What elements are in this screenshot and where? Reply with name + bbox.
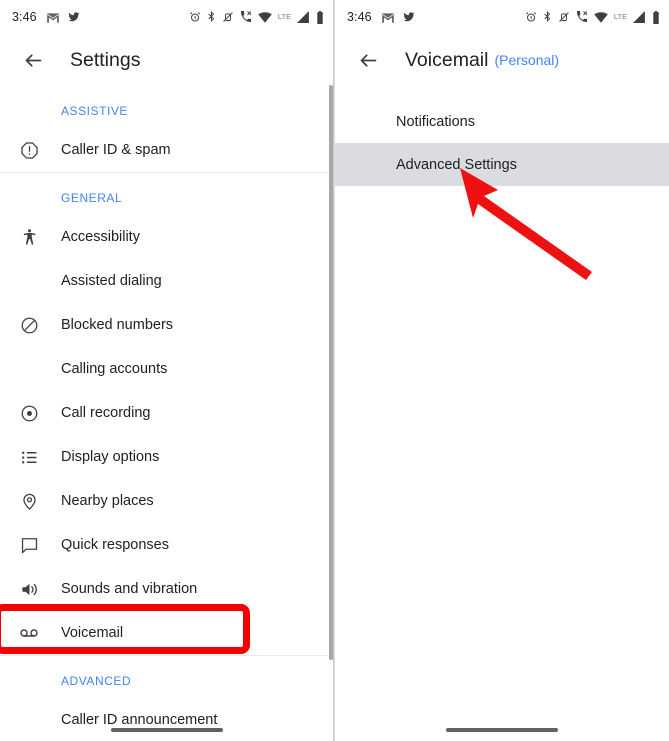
lte-label: LTE (277, 13, 291, 21)
settings-row-nearby-places[interactable]: Nearby places (0, 479, 333, 523)
settings-row-label: Display options (61, 449, 160, 465)
battery-icon (653, 10, 659, 24)
settings-row-label: Blocked numbers (61, 317, 174, 333)
left-phone-panel: 3:46 LTE Settings ASSISTIVE Caller ID & … (0, 0, 334, 741)
scrollbar-track[interactable] (329, 34, 333, 741)
status-time: 3:46 (12, 10, 37, 24)
settings-row-assisted-dialing[interactable]: Assisted dialing (0, 259, 333, 303)
settings-row-label: Voicemail (61, 625, 124, 641)
settings-row-voicemail[interactable]: Voicemail (0, 611, 333, 655)
warning-octagon-icon (16, 137, 42, 163)
settings-row-sounds-and-vibration[interactable]: Sounds and vibration (0, 567, 333, 611)
section-header-general: GENERAL (61, 191, 123, 205)
settings-row-label: Caller ID & spam (61, 142, 171, 158)
page-title-account: (Personal) (494, 52, 560, 68)
back-button[interactable] (349, 41, 387, 79)
right-app-bar: Voicemail (Personal) (335, 34, 669, 86)
voicemail-row-notifications[interactable]: Notifications (335, 100, 669, 143)
voicemail-icon (16, 620, 42, 646)
call-signal-icon (240, 11, 252, 22)
list-icon (16, 444, 42, 470)
wifi-icon (593, 11, 608, 23)
settings-row-caller-id-spam[interactable]: Caller ID & spam (0, 128, 333, 172)
settings-row-label: Call recording (61, 405, 151, 421)
settings-row-call-recording[interactable]: Call recording (0, 391, 333, 435)
vibrate-off-icon (558, 12, 569, 22)
voicemail-row-label: Notifications (396, 113, 475, 130)
settings-row-label: Calling accounts (61, 361, 168, 377)
right-phone-panel: 3:46 LTE Voicemail (Personal) Notificati… (334, 0, 669, 741)
location-pin-icon (16, 488, 42, 514)
block-icon (16, 312, 42, 338)
cellular-signal-icon (633, 11, 645, 23)
settings-row-label: Sounds and vibration (61, 581, 198, 597)
scrollbar-thumb[interactable] (329, 85, 333, 660)
voicemail-row-label: Advanced Settings (396, 156, 517, 173)
gesture-nav-bar[interactable] (446, 728, 558, 732)
cellular-signal-icon (297, 11, 309, 23)
bluetooth-icon (543, 10, 550, 22)
accessibility-icon (16, 224, 42, 250)
back-button[interactable] (14, 41, 52, 79)
alarm-icon (189, 12, 200, 22)
vibrate-off-icon (222, 12, 233, 22)
status-system-icons: LTE (189, 10, 324, 24)
list-top-spacer (335, 86, 669, 100)
battery-icon (317, 10, 323, 24)
right-status-bar: 3:46 LTE (335, 0, 669, 34)
settings-row-accessibility[interactable]: Accessibility (0, 215, 333, 259)
settings-row-quick-responses[interactable]: Quick responses (0, 523, 333, 567)
back-arrow-icon (25, 53, 41, 67)
status-time: 3:46 (347, 10, 372, 24)
status-system-icons: LTE (525, 10, 660, 24)
alarm-icon (525, 12, 536, 22)
settings-row-calling-accounts[interactable]: Calling accounts (0, 347, 333, 391)
gesture-nav-bar[interactable] (110, 728, 223, 732)
back-arrow-icon (360, 53, 376, 67)
wifi-icon (257, 11, 272, 23)
record-icon (16, 400, 42, 426)
settings-row-label: Caller ID announcement (61, 712, 218, 728)
lte-label: LTE (613, 13, 627, 21)
volume-icon (16, 576, 42, 602)
settings-row-label: Assisted dialing (61, 273, 162, 289)
settings-row-blocked-numbers[interactable]: Blocked numbers (0, 303, 333, 347)
page-title: Settings (70, 48, 141, 71)
screenshot-frame: 3:46 LTE Settings ASSISTIVE Caller ID & … (0, 0, 669, 741)
voicemail-row-advanced-settings[interactable]: Advanced Settings (335, 143, 669, 186)
gmail-icon (46, 12, 60, 23)
status-notification-icons (381, 11, 416, 23)
gmail-icon (381, 12, 395, 23)
call-signal-icon (576, 11, 588, 22)
chat-bubble-icon (16, 532, 42, 558)
page-title: Voicemail (405, 48, 489, 71)
settings-row-display-options[interactable]: Display options (0, 435, 333, 479)
bluetooth-icon (207, 10, 214, 22)
left-app-bar: Settings (0, 34, 333, 86)
left-status-bar: 3:46 LTE (0, 0, 333, 34)
twitter-icon (403, 12, 415, 22)
section-header-advanced: ADVANCED (61, 674, 132, 688)
settings-row-caller-id-announcement[interactable]: Caller ID announcement (0, 698, 333, 741)
status-notification-icons (46, 11, 81, 23)
settings-row-label: Nearby places (61, 493, 154, 509)
section-header-assistive: ASSISTIVE (61, 104, 128, 118)
twitter-icon (68, 12, 80, 22)
settings-row-label: Quick responses (61, 537, 169, 553)
settings-row-label: Accessibility (61, 229, 140, 245)
